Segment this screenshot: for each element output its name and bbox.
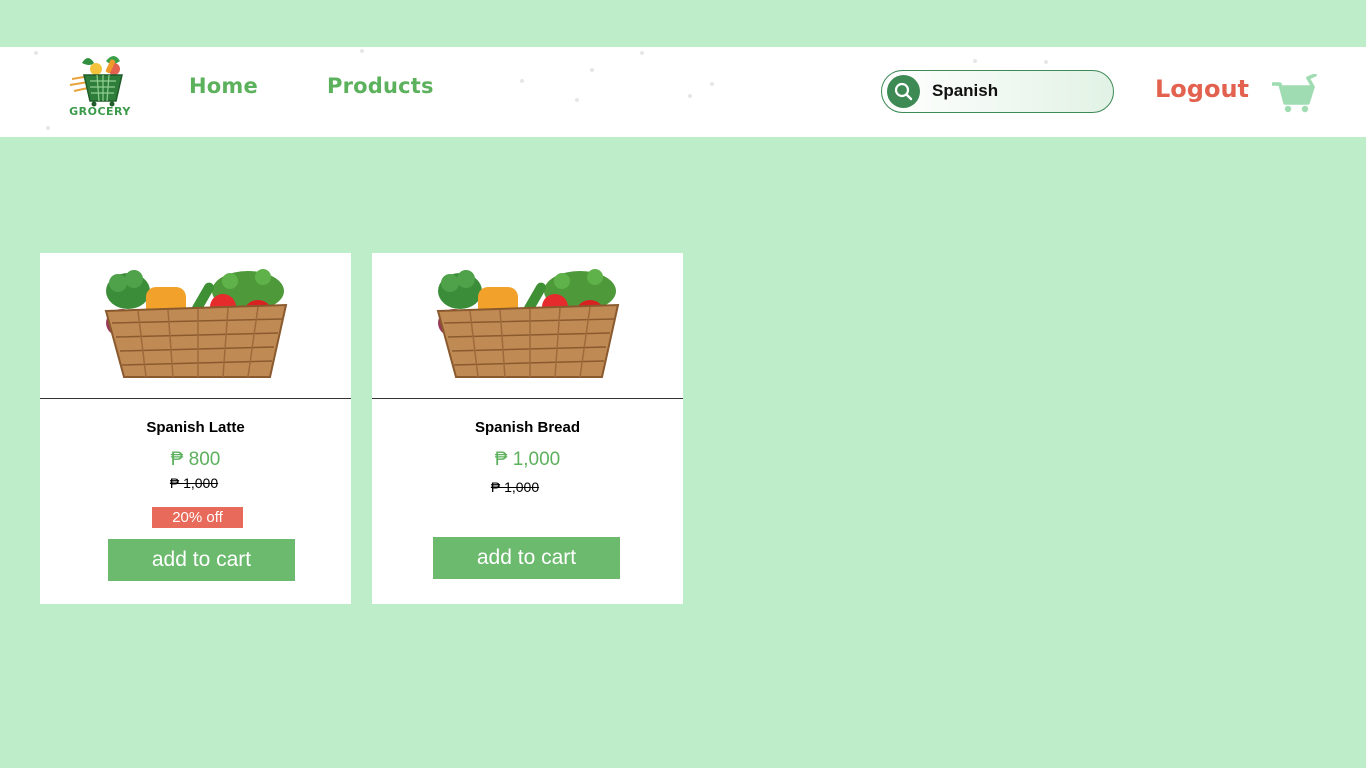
- product-price: ₱ 800: [170, 449, 221, 470]
- background-speck: [575, 98, 579, 102]
- background-speck: [360, 49, 364, 53]
- add-to-cart-button[interactable]: add to cart: [433, 537, 620, 579]
- logout-button[interactable]: Logout: [1155, 75, 1249, 103]
- background-speck: [46, 126, 50, 130]
- top-navbar: GROCERY Home Products Logout: [0, 47, 1366, 137]
- background-speck: [34, 51, 38, 55]
- search-input[interactable]: [932, 79, 1102, 103]
- background-speck: [710, 82, 714, 86]
- product-image: [40, 253, 351, 399]
- product-price: ₱ 1,000: [494, 449, 561, 470]
- vegetable-basket-image: [436, 269, 620, 378]
- discount-badge: 20% off: [152, 507, 243, 528]
- product-old-price: ₱ 1,000: [169, 475, 219, 491]
- cart-icon[interactable]: [1270, 73, 1318, 114]
- product-name: Spanish Bread: [474, 419, 581, 436]
- product-card: Spanish Latte ₱ 800 ₱ 1,000 20% off add …: [40, 253, 351, 604]
- logo-text: GROCERY: [69, 105, 131, 118]
- basket-logo-icon: [69, 56, 123, 107]
- background-speck: [973, 59, 977, 63]
- product-old-price: ₱ 1,000: [490, 479, 540, 495]
- product-name: Spanish Latte: [146, 419, 245, 436]
- search-icon: [894, 82, 913, 101]
- search-button[interactable]: [887, 75, 920, 108]
- background-speck: [688, 94, 692, 98]
- background-speck: [640, 51, 644, 55]
- add-to-cart-button[interactable]: add to cart: [108, 539, 295, 581]
- grocery-logo[interactable]: GROCERY: [66, 55, 134, 121]
- search-bar: [881, 70, 1114, 113]
- background-speck: [1044, 60, 1048, 64]
- background-speck: [590, 68, 594, 72]
- product-image: [372, 253, 683, 399]
- nav-link-home[interactable]: Home: [189, 74, 258, 98]
- vegetable-basket-image: [104, 269, 288, 378]
- nav-link-products[interactable]: Products: [327, 74, 434, 98]
- product-card: Spanish Bread ₱ 1,000 ₱ 1,000 add to car…: [372, 253, 683, 604]
- background-speck: [520, 79, 524, 83]
